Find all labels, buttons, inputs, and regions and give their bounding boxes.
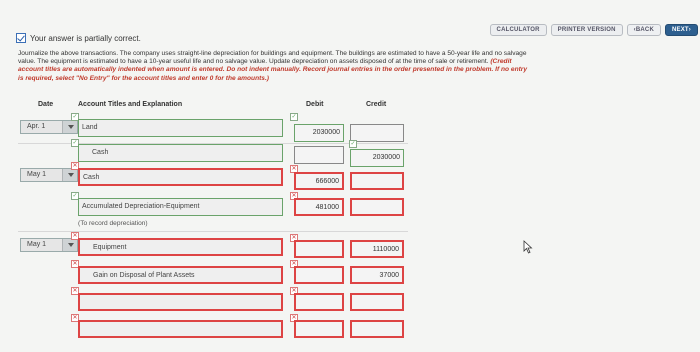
instructions-line-2-red: (Credit: [490, 58, 512, 66]
mouse-cursor-icon: [523, 240, 533, 254]
calculator-button[interactable]: CALCULATOR: [489, 24, 547, 36]
chevron-down-icon: [68, 243, 74, 247]
correct-check-icon: ✓: [349, 140, 357, 148]
instructions-line-1: Journalize the above transactions. The c…: [18, 50, 527, 57]
credit-field-row-1[interactable]: [350, 124, 404, 142]
correct-check-icon: ✓: [290, 113, 298, 121]
header-debit: Debit: [306, 101, 324, 108]
date-select-row-1[interactable]: Apr. 1: [20, 120, 78, 134]
date-value: May 1: [27, 241, 47, 248]
account-value: Gain on Disposal of Plant Assets: [93, 272, 195, 279]
header-credit: Credit: [366, 101, 387, 108]
account-field-row-3[interactable]: Cash: [78, 168, 283, 186]
account-field-row-8[interactable]: [78, 320, 283, 338]
instructions-line-4: is required, select "No Entry" for the a…: [18, 74, 270, 82]
instructions-line-2: value. The equipment is estimated to hav…: [18, 58, 690, 66]
instructions-line-2-text: value. The equipment is estimated to hav…: [18, 58, 489, 66]
debit-field-row-6[interactable]: [294, 266, 344, 284]
debit-field-row-5[interactable]: [294, 240, 344, 258]
date-value: Apr. 1: [27, 123, 46, 130]
answer-status: Your answer is partially correct.: [16, 33, 141, 43]
account-field-row-2[interactable]: Cash: [78, 144, 283, 162]
debit-field-row-2[interactable]: [294, 146, 344, 164]
credit-field-row-4[interactable]: [350, 198, 404, 216]
account-value: Cash: [92, 149, 109, 156]
header-account: Account Titles and Explanation: [78, 101, 183, 108]
next-button[interactable]: NEXT›: [665, 24, 698, 36]
account-field-row-6[interactable]: Gain on Disposal of Plant Assets: [78, 266, 283, 284]
toolbar: CALCULATOR PRINTER VERSION ‹BACK NEXT›: [489, 24, 698, 36]
debit-field-row-7[interactable]: [294, 293, 344, 311]
printer-version-button[interactable]: PRINTER VERSION: [550, 24, 623, 36]
account-value: Equipment: [93, 244, 127, 251]
header-date: Date: [38, 101, 54, 108]
chevron-down-icon: [68, 173, 74, 177]
credit-field-row-8[interactable]: [350, 320, 404, 338]
chevron-down-icon: [68, 125, 74, 129]
debit-field-row-4[interactable]: 481000: [294, 198, 344, 216]
account-field-row-1[interactable]: Land: [78, 119, 283, 137]
account-field-row-4[interactable]: Accumulated Depreciation-Equipment: [78, 198, 283, 216]
credit-field-row-3[interactable]: [350, 172, 404, 190]
status-text: Your answer is partially correct.: [30, 33, 141, 43]
partial-check-icon: [16, 33, 26, 43]
instructions: Journalize the above transactions. The c…: [18, 50, 690, 83]
credit-field-row-7[interactable]: [350, 293, 404, 311]
date-select-row-3[interactable]: May 1: [20, 168, 78, 182]
debit-field-row-8[interactable]: [294, 320, 344, 338]
debit-field-row-1[interactable]: 2030000: [294, 124, 344, 142]
debit-field-row-3[interactable]: 666000: [294, 172, 344, 190]
date-select-row-5[interactable]: May 1: [20, 238, 78, 252]
credit-field-row-6[interactable]: 37000: [350, 266, 404, 284]
date-value: May 1: [27, 171, 47, 178]
entry-note: (To record depreciation): [78, 220, 148, 227]
credit-field-row-5[interactable]: 1110000: [350, 240, 404, 258]
instructions-line-3: account titles are automatically indente…: [18, 66, 528, 74]
account-field-row-5[interactable]: Equipment: [78, 238, 283, 256]
account-field-row-7[interactable]: [78, 293, 283, 311]
credit-field-row-2[interactable]: 2030000: [350, 149, 404, 167]
back-button[interactable]: ‹BACK: [626, 24, 661, 36]
